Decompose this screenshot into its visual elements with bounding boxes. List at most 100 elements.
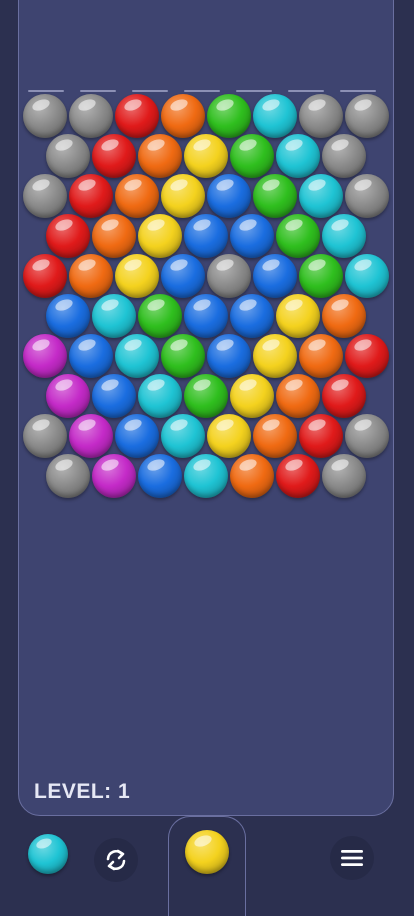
bubble-gray <box>322 454 366 498</box>
bubble-shine <box>214 337 236 353</box>
bubble-shine <box>168 97 190 113</box>
bubble-gray <box>345 174 389 218</box>
bubble-green <box>161 334 205 378</box>
bubble-orange <box>299 334 343 378</box>
bubble-shine <box>53 457 75 473</box>
bubble-shine <box>76 97 98 113</box>
current-bubble[interactable] <box>185 830 229 874</box>
bubble-shine <box>191 297 213 313</box>
bubble-red <box>69 174 113 218</box>
bubble-shine <box>352 417 374 433</box>
bubble-shine <box>145 217 167 233</box>
bubble-gray <box>69 94 113 138</box>
bubble-blue <box>161 254 205 298</box>
bubble-gray <box>46 454 90 498</box>
bubble-grid[interactable] <box>0 0 414 520</box>
bubble-green <box>276 214 320 258</box>
bubble-cyan <box>322 214 366 258</box>
bubble-shine <box>237 297 259 313</box>
bubble-shine <box>260 177 282 193</box>
bubble-shine <box>53 217 75 233</box>
bubble-shine <box>306 337 328 353</box>
bubble-orange <box>322 294 366 338</box>
bubble-green <box>207 94 251 138</box>
bubble-gray <box>23 94 67 138</box>
bubble-gray <box>23 414 67 458</box>
bubble-shine <box>76 177 98 193</box>
bubble-shine <box>352 97 374 113</box>
bubble-shine <box>283 297 305 313</box>
bubble-cyan <box>115 334 159 378</box>
bubble-shine <box>260 257 282 273</box>
bubble-red <box>92 134 136 178</box>
bubble-shine <box>191 217 213 233</box>
menu-button[interactable] <box>330 836 374 880</box>
bubble-green <box>138 294 182 338</box>
bubble-shine <box>306 257 328 273</box>
bubble-blue <box>207 174 251 218</box>
bubble-shine <box>237 137 259 153</box>
bubble-shine <box>306 177 328 193</box>
bubble-shine <box>99 377 121 393</box>
bubble-orange <box>253 414 297 458</box>
bubble-shine <box>30 337 52 353</box>
bubble-orange <box>276 374 320 418</box>
bubble-cyan <box>184 454 228 498</box>
bubble-shine <box>53 297 75 313</box>
next-bubble[interactable] <box>28 834 68 874</box>
bubble-shine <box>168 417 190 433</box>
bubble-shine <box>145 377 167 393</box>
bubble-orange <box>92 214 136 258</box>
bubble-cyan <box>161 414 205 458</box>
swap-icon <box>106 849 126 871</box>
bubble-shine <box>191 457 213 473</box>
bubble-gray <box>46 134 90 178</box>
bubble-cyan <box>253 94 297 138</box>
bubble-red <box>115 94 159 138</box>
bubble-shine <box>30 177 52 193</box>
bubble-gray <box>23 174 67 218</box>
bubble-shine <box>352 257 374 273</box>
bubble-shine <box>260 97 282 113</box>
bubble-orange <box>161 94 205 138</box>
bubble-shine <box>168 337 190 353</box>
bubble-shine <box>53 137 75 153</box>
bubble-shine <box>237 377 259 393</box>
bubble-shine <box>99 217 121 233</box>
bubble-shine <box>168 257 190 273</box>
bubble-shine <box>30 417 52 433</box>
bubble-shine <box>283 377 305 393</box>
bubble-blue <box>184 214 228 258</box>
bubble-blue <box>230 294 274 338</box>
bubble-shine <box>168 177 190 193</box>
bubble-cyan <box>299 174 343 218</box>
bubble-green <box>230 134 274 178</box>
bubble-shine <box>237 217 259 233</box>
bubble-shine <box>329 137 351 153</box>
bubble-magenta <box>69 414 113 458</box>
bubble-gray <box>207 254 251 298</box>
bubble-shine <box>53 377 75 393</box>
bubble-orange <box>115 174 159 218</box>
bubble-shine <box>352 337 374 353</box>
bubble-magenta <box>23 334 67 378</box>
bubble-blue <box>69 334 113 378</box>
bubble-shine <box>191 137 213 153</box>
bubble-yellow <box>184 134 228 178</box>
bubble-blue <box>253 254 297 298</box>
bubble-yellow <box>138 214 182 258</box>
bubble-blue <box>92 374 136 418</box>
bubble-blue <box>184 294 228 338</box>
bubble-shine <box>76 417 98 433</box>
bubble-shine <box>122 257 144 273</box>
bubble-red <box>345 334 389 378</box>
bubble-shine <box>329 377 351 393</box>
swap-button[interactable] <box>94 838 138 882</box>
bubble-shine <box>145 297 167 313</box>
bubble-shine <box>145 457 167 473</box>
bubble-shine <box>306 417 328 433</box>
bubble-yellow <box>253 334 297 378</box>
bubble-shine <box>329 457 351 473</box>
bubble-red <box>46 214 90 258</box>
bubble-shine <box>76 257 98 273</box>
